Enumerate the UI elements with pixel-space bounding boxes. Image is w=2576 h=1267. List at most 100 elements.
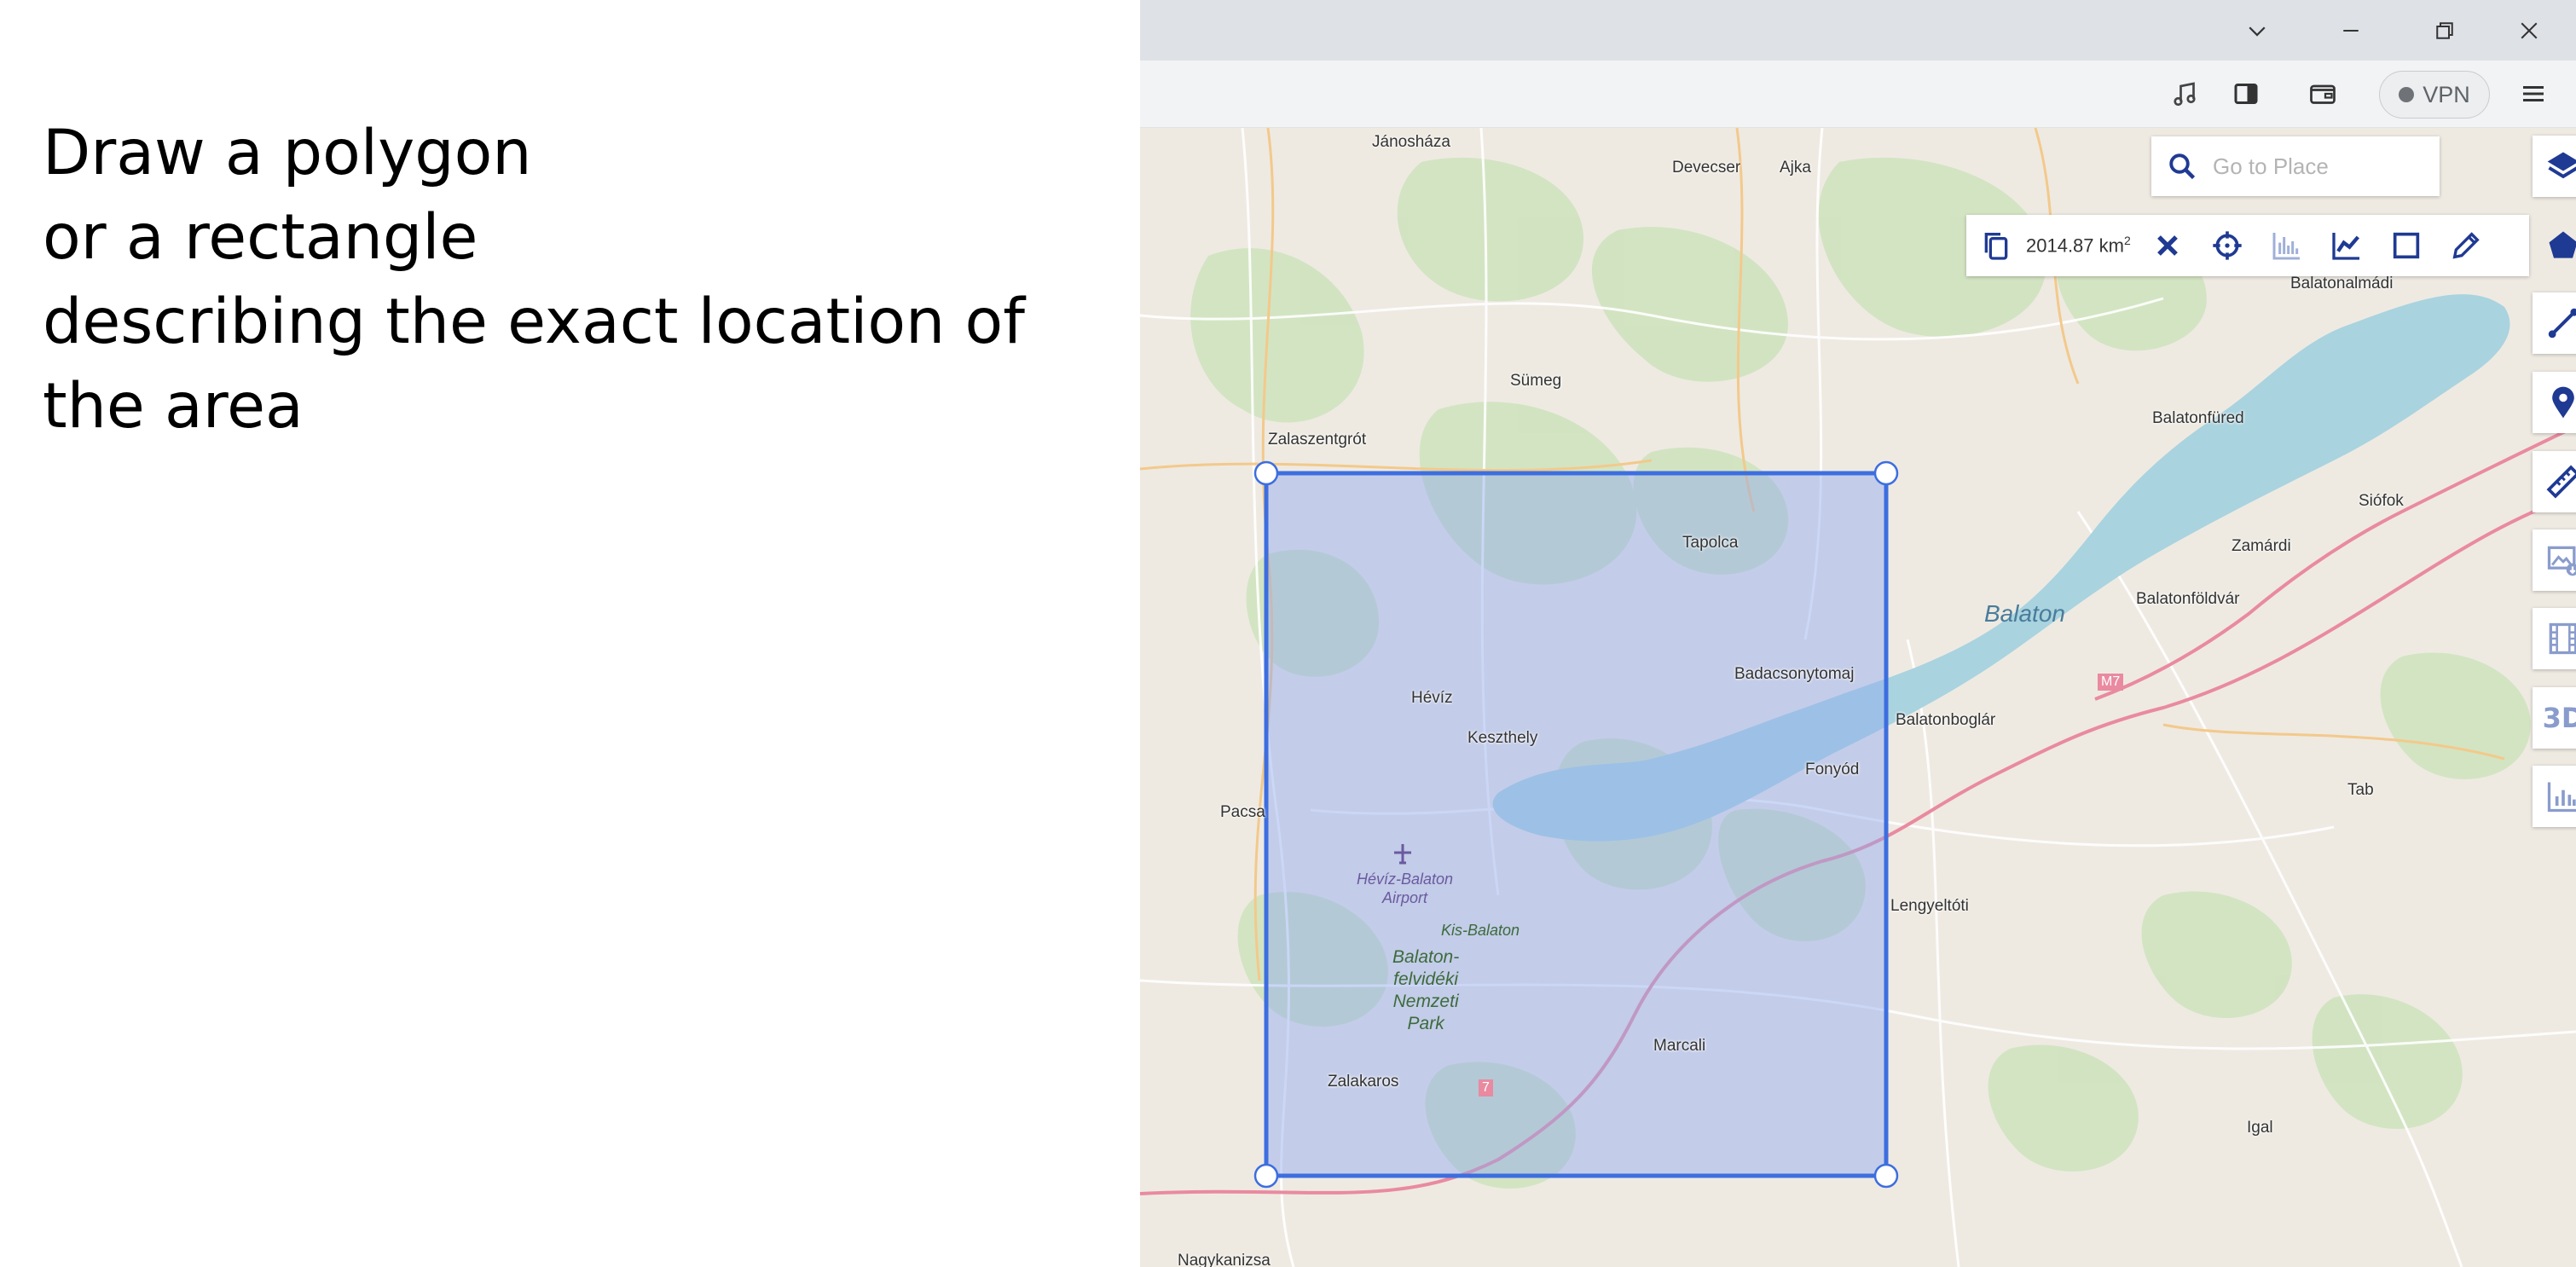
place-label: Devecser — [1672, 159, 1741, 176]
vertex-handle — [1873, 1163, 1899, 1189]
place-label: Balatonföldvár — [2136, 590, 2240, 608]
lake-label: Balaton — [1984, 600, 2065, 627]
edit-button[interactable] — [2436, 215, 2496, 276]
place-label: Hévíz — [1411, 689, 1453, 707]
music-icon[interactable] — [2163, 72, 2206, 115]
3d-label: 3D — [2542, 702, 2576, 734]
drawing-toolbar: 2014.87 km2 — [1966, 215, 2529, 276]
instruction-line: describing the exact location of — [43, 286, 1025, 358]
rectangle-icon — [2393, 232, 2419, 259]
3d-button[interactable]: 3D — [2533, 687, 2576, 749]
vertex-handle — [1253, 460, 1279, 486]
film-icon — [2549, 622, 2576, 655]
delete-shape-button[interactable] — [2138, 215, 2197, 276]
ruler-button[interactable] — [2533, 451, 2576, 512]
search-icon[interactable] — [2165, 149, 2199, 183]
browser-toolbar: VPN — [1140, 61, 2576, 128]
polygon-button[interactable] — [2533, 215, 2576, 276]
copy-icon — [1984, 233, 2008, 260]
minimize-button[interactable] — [2304, 0, 2398, 61]
minimize-icon — [2343, 29, 2359, 32]
selection-rectangle — [1264, 471, 1889, 1178]
place-label: Pacsa — [1220, 803, 1265, 821]
vpn-label: VPN — [2423, 81, 2470, 107]
timelapse-button[interactable] — [2533, 608, 2576, 669]
place-label: Tapolca — [1682, 534, 1739, 552]
kis-balaton-label: Kis-Balaton — [1441, 922, 1520, 939]
copy-button[interactable] — [1966, 215, 2026, 276]
instruction-line: or a rectangle — [43, 201, 478, 274]
search-input[interactable] — [2211, 152, 2436, 181]
vertex-handle — [1253, 1163, 1279, 1189]
park-label-line: Nemzeti — [1392, 992, 1459, 1011]
area-exponent: 2 — [2123, 234, 2131, 248]
airport-label-line: Airport — [1382, 889, 1428, 906]
place-label: Balatonalmádi — [2290, 275, 2394, 292]
polygon-icon — [2549, 231, 2576, 258]
line-button[interactable] — [2533, 292, 2576, 354]
place-label: Zalakaros — [1328, 1073, 1399, 1091]
statistics-icon — [2547, 782, 2576, 813]
airport-label-line: Hévíz-Balaton — [1357, 871, 1454, 888]
marker-icon — [2552, 386, 2574, 419]
close-icon — [2156, 235, 2178, 256]
restore-button[interactable] — [2398, 0, 2492, 61]
area-value: 2014.87 km — [2026, 234, 2124, 257]
map-base — [1140, 128, 2576, 1267]
title-bar — [1140, 0, 2576, 61]
park-label-line: Park — [1407, 1014, 1444, 1033]
ruler-icon — [2546, 465, 2576, 499]
crosshair-icon — [2213, 231, 2242, 260]
chevron-down-icon[interactable] — [2210, 0, 2304, 61]
histogram-icon — [2272, 233, 2300, 260]
vertex-handle — [1873, 460, 1899, 486]
browser-window: VPN Jánosháza Devecser Ajka Balatonalmád… — [1140, 0, 2576, 1267]
center-button[interactable] — [2197, 215, 2257, 276]
close-window-button[interactable] — [2482, 0, 2576, 61]
close-icon — [2521, 22, 2538, 38]
place-label: Sümeg — [1510, 372, 1562, 390]
place-label: Igal — [2247, 1119, 2273, 1137]
layers-icon — [2547, 152, 2576, 179]
road-label: M7 — [2098, 674, 2124, 691]
place-label: Fonyód — [1805, 761, 1860, 778]
marker-button[interactable] — [2533, 372, 2576, 433]
place-label: Nagykanizsa — [1178, 1252, 1271, 1267]
place-label: Siófok — [2359, 492, 2404, 510]
menu-icon[interactable] — [2512, 72, 2555, 115]
place-label: Balatonfüred — [2152, 409, 2244, 427]
park-label-line: felvidéki — [1393, 969, 1459, 989]
line-chart-button[interactable] — [2317, 215, 2376, 276]
road-label: 7 — [1479, 1079, 1493, 1096]
place-label: Jánosháza — [1372, 133, 1450, 151]
vpn-status-icon — [2399, 87, 2415, 102]
place-label: Lengyeltóti — [1890, 897, 1969, 915]
place-label: Marcali — [1653, 1037, 1706, 1055]
map-canvas[interactable]: Jánosháza Devecser Ajka Balatonalmádi Sü… — [1140, 128, 2576, 1267]
pencil-icon — [2452, 232, 2480, 259]
search-box — [2151, 136, 2440, 196]
layers-button[interactable] — [2533, 136, 2576, 197]
line-chart-icon — [2332, 233, 2359, 260]
place-label: Ajka — [1780, 159, 1811, 176]
vpn-button[interactable]: VPN — [2379, 71, 2490, 119]
sidebar-icon[interactable] — [2225, 72, 2267, 115]
instruction-line: Draw a polygon — [43, 117, 532, 189]
place-label: Zalaszentgrót — [1268, 431, 1367, 448]
place-label: Tab — [2347, 781, 2374, 799]
wallet-icon[interactable] — [2301, 72, 2344, 115]
area-readout: 2014.87 km2 — [2026, 234, 2138, 257]
place-label: Zamárdi — [2232, 537, 2291, 555]
line-icon — [2548, 308, 2576, 338]
histogram-button[interactable] — [2257, 215, 2317, 276]
rectangle-button[interactable] — [2376, 215, 2436, 276]
place-label: Badacsonytomaj — [1734, 665, 1855, 683]
statistics-button[interactable] — [2533, 766, 2576, 827]
park-label: Balaton- felvidéki Nemzeti Park — [1392, 946, 1459, 1035]
restore-icon — [2436, 21, 2453, 39]
place-label: Keszthely — [1467, 729, 1538, 747]
image-download-button[interactable] — [2533, 529, 2576, 591]
instruction-text: Draw a polygon or a rectangle describing… — [43, 111, 1066, 448]
instruction-line: the area — [43, 370, 304, 443]
park-label-line: Balaton- — [1392, 947, 1460, 967]
